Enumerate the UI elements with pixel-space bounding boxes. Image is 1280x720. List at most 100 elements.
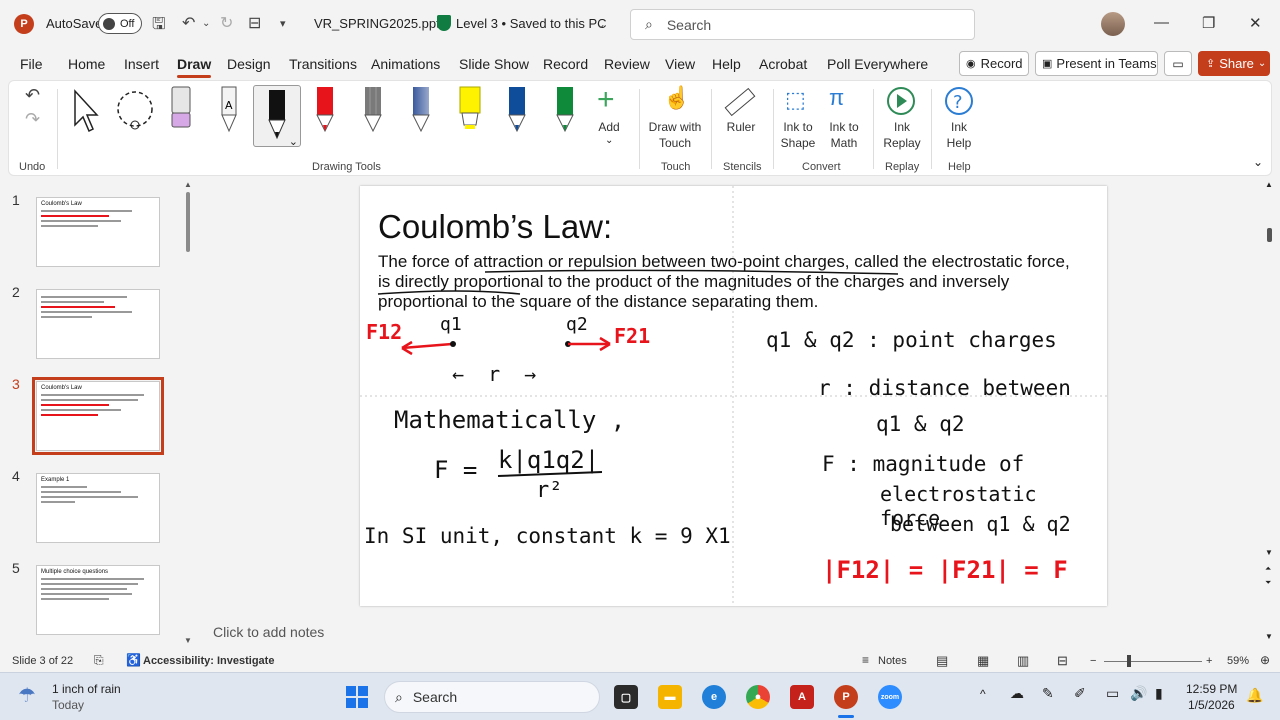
taskbar-search-input[interactable]: ⌕ Search (384, 681, 600, 713)
tab-animations[interactable]: Animations (371, 56, 440, 72)
comments-button[interactable]: ▭ (1164, 51, 1192, 76)
red-pen-icon[interactable] (313, 85, 337, 133)
tab-draw[interactable]: Draw (177, 56, 212, 78)
windows-start-icon[interactable] (345, 685, 369, 709)
tab-record[interactable]: Record (543, 56, 588, 72)
scroll-down-icon[interactable]: ▼ (1265, 548, 1273, 557)
tab-file[interactable]: File (20, 56, 43, 72)
tab-design[interactable]: Design (227, 56, 271, 72)
ink-replay-button[interactable]: Ink Replay (881, 119, 923, 151)
slide-show-icon[interactable]: ⊟ (1057, 653, 1068, 669)
slide-thumbnail-1[interactable]: Coulomb's Law (36, 197, 160, 267)
ink-to-shape-icon[interactable]: ⬚ (785, 87, 806, 113)
spelling-icon[interactable]: ⎘ (94, 653, 104, 668)
tab-slide-show[interactable]: Slide Show (459, 56, 529, 72)
scroll-up-icon[interactable]: ▲ (184, 180, 192, 189)
zoom-slider-thumb[interactable] (1127, 655, 1131, 667)
chevron-down-icon[interactable]: ⌄ (605, 135, 613, 146)
task-view-icon[interactable]: ▢ (614, 685, 638, 709)
avatar[interactable] (1101, 12, 1125, 36)
notes-icon[interactable]: ≡ (862, 653, 869, 667)
notes-button[interactable]: Notes (878, 655, 907, 667)
normal-view-icon[interactable]: ▤ (936, 653, 948, 669)
previous-slide-icon[interactable]: ⏶ (1265, 564, 1271, 574)
chevron-up-icon[interactable]: ^ (980, 687, 986, 701)
add-pen-plus-icon[interactable]: + (597, 83, 615, 117)
collapse-ribbon-icon[interactable]: ⌄ (1253, 155, 1263, 169)
slide-thumbnail-3[interactable]: Coulomb's Law (32, 377, 164, 455)
battery-icon[interactable]: ▮ (1155, 685, 1163, 702)
undo-icon[interactable]: ↶ (25, 85, 40, 106)
clock-date[interactable]: 1/5/2026 (1188, 698, 1235, 712)
accessibility-icon[interactable]: ♿ (126, 653, 141, 667)
ink-help-button[interactable]: Ink Help (939, 119, 979, 151)
touch-hand-icon[interactable]: ☝ (663, 85, 690, 111)
ink-to-math-icon[interactable]: π (829, 85, 844, 111)
stylus-icon[interactable]: ✐ (1074, 685, 1086, 702)
chrome-browser-icon[interactable]: ● (746, 685, 770, 709)
tab-home[interactable]: Home (68, 56, 105, 72)
help-question-icon[interactable]: ? (943, 85, 975, 117)
notification-icon[interactable]: 🔔 (1246, 687, 1263, 704)
present-in-teams-button[interactable]: ▣ Present in Teams (1035, 51, 1158, 76)
volume-icon[interactable]: 🔊 (1130, 685, 1147, 702)
present-from-start-icon[interactable]: ⊟ (248, 13, 261, 33)
add-pen-button[interactable]: Add (594, 119, 624, 135)
select-arrow-icon[interactable] (67, 87, 99, 133)
clock-time[interactable]: 12:59 PM (1186, 682, 1237, 696)
scroll-down-icon[interactable]: ▼ (1265, 632, 1273, 641)
rain-weather-icon[interactable]: ☂ (18, 683, 36, 708)
minimize-icon[interactable]: — (1154, 14, 1169, 31)
display-icon[interactable]: ▭ (1106, 685, 1119, 702)
tab-transitions[interactable]: Transitions (289, 56, 357, 72)
save-status[interactable]: Level 3 • Saved to this PC (456, 16, 607, 31)
eraser-icon[interactable] (169, 85, 193, 133)
tab-help[interactable]: Help (712, 56, 741, 72)
lasso-select-icon[interactable] (113, 89, 159, 133)
chevron-down-icon[interactable]: ⌄ (289, 135, 298, 148)
undo-icon[interactable]: ↶ (182, 13, 195, 33)
blue-pen-icon[interactable] (505, 85, 529, 133)
share-button[interactable]: ⇪ Share ⌄ (1198, 51, 1270, 76)
slide-sorter-icon[interactable]: ▦ (977, 653, 989, 669)
close-icon[interactable]: ✕ (1249, 14, 1262, 32)
action-pen-icon[interactable]: A (217, 85, 241, 133)
slide-scrollbar[interactable]: ▲ ▼ ⏶ ⏷ ▼ (1263, 180, 1277, 650)
zoom-app-icon[interactable]: zoom (878, 685, 902, 709)
scroll-up-icon[interactable]: ▲ (1265, 180, 1273, 189)
tab-view[interactable]: View (665, 56, 695, 72)
tab-acrobat[interactable]: Acrobat (759, 56, 807, 72)
draw-with-touch-button[interactable]: Draw with Touch (645, 119, 705, 151)
file-explorer-icon[interactable]: ▬ (658, 685, 682, 709)
fit-to-window-icon[interactable]: ⊕ (1260, 653, 1270, 667)
notes-placeholder[interactable]: Click to add notes (213, 624, 324, 640)
edge-browser-icon[interactable]: e (702, 685, 726, 709)
redo-icon[interactable]: ↻ (220, 13, 233, 33)
scroll-thumb[interactable] (1267, 228, 1272, 242)
pen-menu-icon[interactable]: ✎ (1042, 685, 1054, 702)
save-icon[interactable]: 🖫 (152, 13, 166, 40)
ink-to-shape-button[interactable]: Ink to Shape (777, 119, 819, 151)
next-slide-icon[interactable]: ⏷ (1265, 578, 1271, 588)
cloud-icon[interactable]: ☁ (1010, 685, 1024, 702)
chevron-down-icon[interactable]: ⌄ (596, 17, 606, 31)
customize-toolbar-icon[interactable]: ▾ (280, 17, 286, 30)
slide-thumbnail-4[interactable]: Example 1 (36, 473, 160, 543)
ruler-icon[interactable] (723, 85, 757, 119)
slide-thumbnail-5[interactable]: Multiple choice questions (36, 565, 160, 635)
ink-replay-icon[interactable] (885, 85, 917, 117)
tab-poll-everywhere[interactable]: Poll Everywhere (827, 56, 928, 72)
ink-to-math-button[interactable]: Ink to Math (823, 119, 865, 151)
restore-icon[interactable]: ❐ (1202, 14, 1215, 32)
gray-pencil-icon[interactable] (361, 85, 385, 133)
undo-dropdown-icon[interactable]: ⌄ (202, 18, 210, 29)
slide-canvas[interactable]: Coulomb’s Law: The force of attraction o… (360, 186, 1107, 606)
slide-thumbnail-2[interactable] (36, 289, 160, 359)
autosave-toggle[interactable]: Off (98, 13, 142, 34)
galaxy-pen-icon[interactable] (409, 85, 433, 133)
green-pen-icon[interactable] (553, 85, 577, 133)
scroll-down-icon[interactable]: ▼ (184, 636, 192, 645)
zoom-in-icon[interactable]: + (1206, 655, 1212, 667)
weather-text[interactable]: 1 inch of rain (52, 682, 121, 696)
yellow-highlighter-icon[interactable] (457, 85, 483, 133)
